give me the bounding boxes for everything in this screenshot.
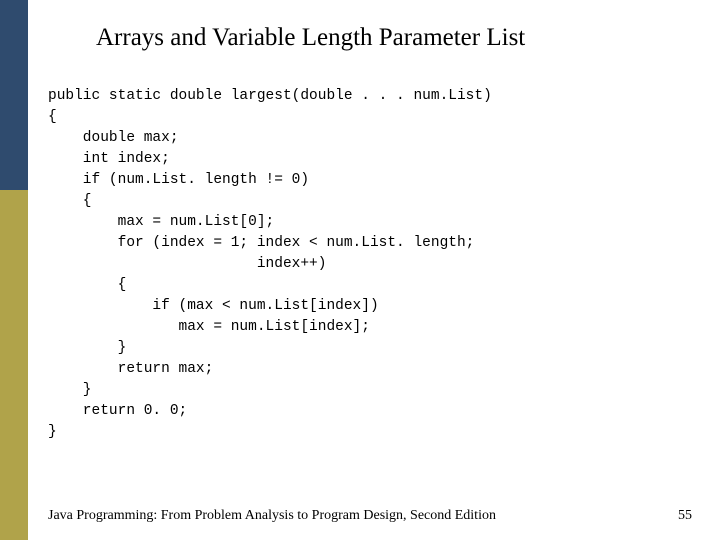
slide-title: Arrays and Variable Length Parameter Lis… — [96, 24, 525, 52]
bar-olive-segment — [0, 190, 28, 540]
page-number: 55 — [678, 508, 692, 524]
footer-text: Java Programming: From Problem Analysis … — [48, 508, 496, 524]
decorative-left-bar — [0, 0, 28, 540]
bar-navy-segment — [0, 0, 28, 190]
code-block: public static double largest(double . . … — [48, 86, 492, 443]
